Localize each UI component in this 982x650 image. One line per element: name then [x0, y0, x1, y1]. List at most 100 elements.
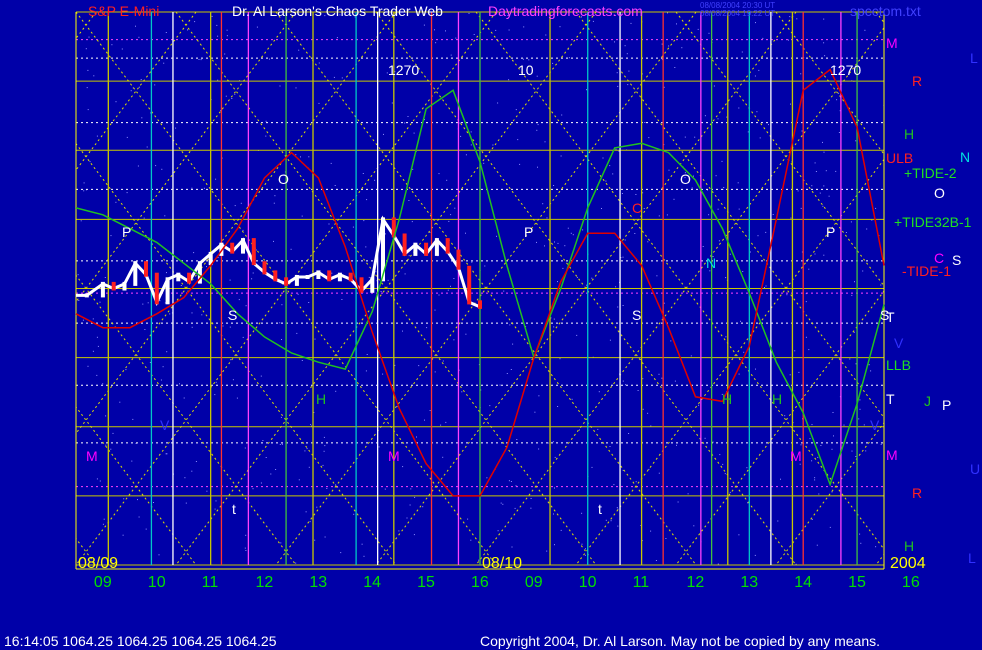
right-label: R: [912, 485, 922, 501]
star-dot: [681, 47, 683, 49]
star-dot: [755, 22, 756, 24]
star-dot: [184, 477, 186, 479]
star-dot: [798, 371, 800, 373]
star-dot: [833, 435, 834, 437]
star-dot: [519, 163, 521, 165]
star-dot: [244, 447, 246, 449]
star-dot: [796, 18, 798, 20]
star-dot: [147, 302, 149, 304]
star-dot: [719, 454, 721, 456]
star-dot: [334, 185, 336, 186]
star-dot: [747, 131, 749, 133]
star-dot: [495, 29, 497, 31]
star-dot: [811, 185, 813, 187]
star-dot: [138, 86, 140, 88]
star-dot: [836, 99, 838, 101]
star-dot: [159, 300, 161, 302]
star-dot: [245, 550, 247, 551]
star-dot: [865, 450, 867, 452]
star-dot: [642, 192, 644, 194]
star-dot: [691, 187, 693, 189]
star-dot: [757, 235, 759, 237]
star-dot: [738, 107, 740, 109]
star-dot: [279, 322, 281, 324]
chart-background: [0, 0, 982, 650]
star-dot: [814, 479, 816, 481]
star-dot: [616, 507, 618, 509]
star-dot: [721, 160, 723, 162]
star-dot: [269, 58, 270, 60]
star-dot: [301, 215, 303, 217]
star-dot: [581, 512, 583, 514]
star-dot: [609, 446, 611, 447]
right-label: L: [968, 550, 976, 566]
star-dot: [800, 73, 802, 75]
star-dot: [762, 37, 764, 39]
star-dot: [512, 343, 514, 345]
star-dot: [305, 511, 307, 513]
star-dot: [231, 98, 233, 99]
price-bar: [337, 272, 342, 282]
star-dot: [768, 124, 769, 126]
star-dot: [96, 374, 98, 376]
star-dot: [756, 111, 758, 113]
star-dot: [297, 293, 299, 295]
star-dot: [880, 443, 882, 445]
star-dot: [206, 490, 208, 492]
star-dot: [93, 75, 95, 77]
star-dot: [438, 294, 440, 296]
star-dot: [560, 529, 562, 531]
hour-tick-label: 15: [417, 574, 435, 591]
date-label: 08/10: [482, 555, 522, 572]
star-dot: [365, 370, 367, 372]
star-dot: [615, 286, 617, 288]
star-dot: [635, 194, 637, 195]
star-dot: [811, 518, 813, 520]
in-chart-label: H: [722, 391, 732, 407]
star-dot: [298, 479, 300, 481]
star-dot: [694, 136, 696, 138]
star-dot: [103, 518, 105, 520]
star-dot: [508, 29, 510, 31]
star-dot: [140, 79, 142, 80]
star-dot: [162, 366, 164, 368]
star-dot: [326, 488, 328, 489]
star-dot: [800, 444, 802, 446]
star-dot: [85, 48, 87, 50]
star-dot: [363, 555, 365, 557]
star-dot: [318, 102, 320, 104]
right-label: M: [886, 447, 898, 463]
star-dot: [544, 141, 546, 143]
star-dot: [450, 54, 452, 56]
star-dot: [238, 299, 240, 301]
star-dot: [301, 360, 303, 361]
star-dot: [624, 45, 626, 47]
star-dot: [295, 87, 297, 89]
star-dot: [765, 231, 767, 233]
star-dot: [515, 485, 517, 487]
star-dot: [690, 355, 692, 357]
star-dot: [144, 329, 146, 330]
star-dot: [478, 559, 480, 561]
star-dot: [758, 69, 760, 71]
star-dot: [668, 169, 670, 171]
star-dot: [318, 62, 320, 64]
star-dot: [576, 334, 578, 336]
star-dot: [366, 199, 368, 201]
star-dot: [729, 253, 731, 255]
star-dot: [497, 102, 499, 104]
star-dot: [115, 201, 117, 203]
star-dot: [617, 306, 619, 308]
star-dot: [557, 281, 558, 283]
right-label: M: [886, 35, 898, 51]
in-chart-label: S: [880, 307, 889, 323]
star-dot: [126, 136, 128, 138]
star-dot: [808, 349, 810, 351]
star-dot: [508, 79, 510, 81]
site-link[interactable]: Daytradingforecasts.com: [488, 3, 643, 19]
in-chart-label: S: [632, 307, 641, 323]
star-dot: [528, 59, 530, 61]
star-dot: [562, 267, 564, 269]
star-dot: [187, 29, 188, 31]
star-dot: [265, 120, 267, 122]
